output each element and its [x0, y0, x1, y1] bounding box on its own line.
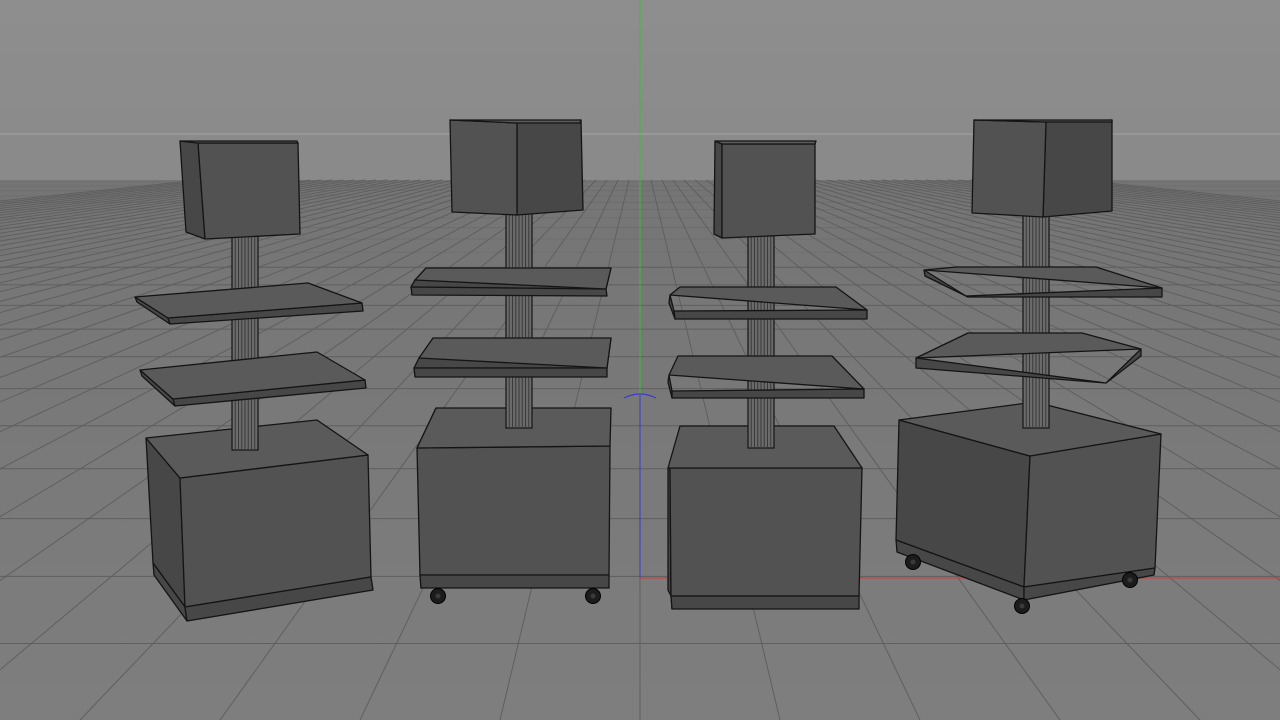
plinth-front-face [670, 595, 860, 610]
head-front-face [197, 142, 301, 240]
shelf-front-face [410, 286, 608, 297]
caster-hub [435, 593, 441, 599]
head-side-face [713, 140, 723, 239]
base-front-face [416, 445, 611, 576]
head-top-face [179, 140, 299, 144]
shelf-front-face [671, 388, 865, 399]
base-front-face [669, 467, 863, 597]
3d-viewport[interactable] [0, 0, 1280, 720]
head-side-face [516, 119, 584, 216]
shelf-front-face [673, 309, 868, 320]
caster-hub [1127, 577, 1133, 583]
base-front-face [1023, 433, 1162, 588]
caster-hub [590, 593, 596, 599]
shelf-front-face [413, 367, 608, 378]
caster-hub [910, 559, 916, 565]
head-side-face [1042, 119, 1113, 218]
viewport-canvas[interactable] [0, 0, 1280, 720]
caster-hub [1019, 603, 1025, 609]
head-front-face [449, 119, 518, 216]
head-top-face [714, 140, 817, 145]
plinth-front-face [419, 574, 610, 589]
head-front-face [721, 143, 816, 239]
head-front-face [971, 119, 1047, 218]
